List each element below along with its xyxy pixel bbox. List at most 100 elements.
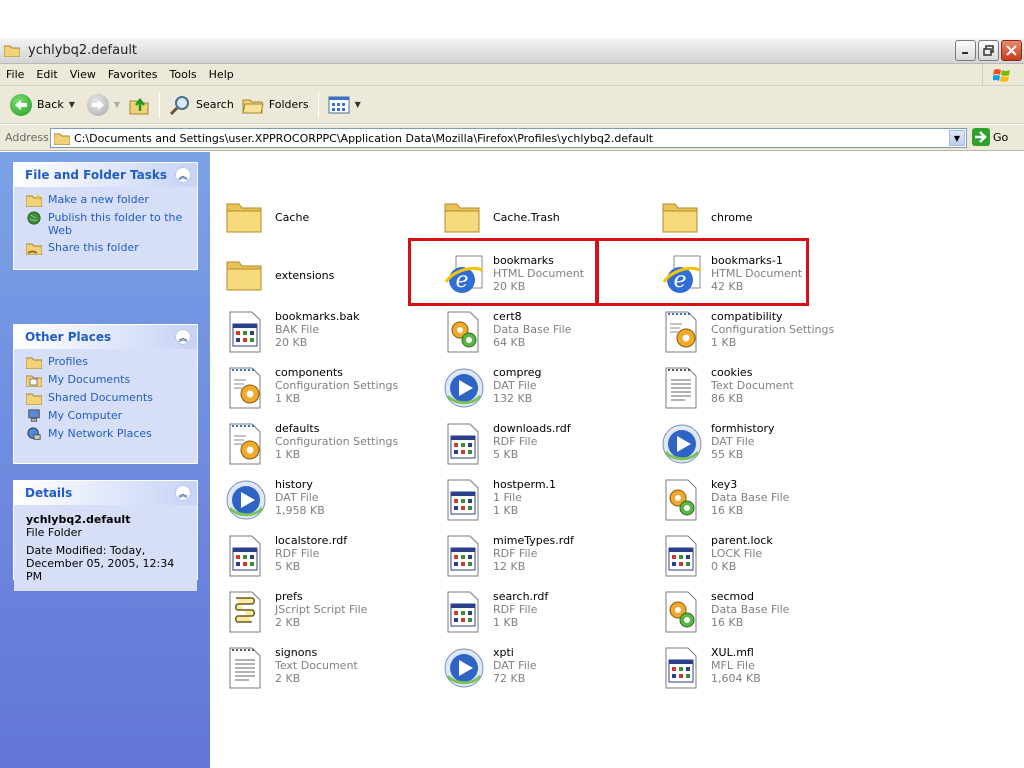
views-icon <box>328 96 350 113</box>
place-my-computer[interactable]: My Computer <box>26 409 187 423</box>
file-item[interactable]: key3 Data Base File 16 KB <box>654 474 864 526</box>
address-dropdown-icon[interactable]: ▼ <box>949 130 965 146</box>
file-meta: signons Text Document 2 KB <box>275 646 358 685</box>
file-item[interactable]: history DAT File 1,958 KB <box>218 474 428 526</box>
task-publish-web[interactable]: Publish this folder to the Web <box>26 211 187 237</box>
file-name: extensions <box>275 269 335 282</box>
config-file-icon <box>660 310 704 354</box>
panel-header[interactable]: Other Places ︽ <box>14 325 197 349</box>
file-name: parent.lock <box>711 534 773 547</box>
file-type: Configuration Settings <box>711 323 835 336</box>
file-type: RDF File <box>275 547 320 560</box>
folders-button[interactable]: Folders <box>238 89 313 121</box>
panel-header[interactable]: File and Folder Tasks ︽ <box>14 163 197 187</box>
menu-edit[interactable]: Edit <box>30 68 63 81</box>
file-size: 2 KB <box>275 616 301 629</box>
folder-icon <box>224 254 268 298</box>
file-item[interactable]: signons Text Document 2 KB <box>218 642 428 694</box>
place-shared-documents[interactable]: Shared Documents <box>26 391 187 405</box>
place-my-documents[interactable]: My Documents <box>26 373 187 387</box>
views-dropdown-icon[interactable]: ▼ <box>355 100 361 109</box>
file-meta: mimeTypes.rdf RDF File 12 KB <box>493 534 574 573</box>
place-my-network-places[interactable]: My Network Places <box>26 427 187 441</box>
file-item[interactable]: downloads.rdf RDF File 5 KB <box>436 418 646 470</box>
file-item[interactable]: formhistory DAT File 55 KB <box>654 418 864 470</box>
my-documents-icon <box>26 375 42 387</box>
file-item[interactable]: localstore.rdf RDF File 5 KB <box>218 530 428 582</box>
close-button[interactable] <box>1001 40 1022 61</box>
go-button[interactable]: Go <box>972 128 1008 146</box>
place-label: Shared Documents <box>48 391 153 404</box>
title-bar[interactable]: ychlybq2.default <box>0 38 1024 64</box>
file-name: formhistory <box>711 422 775 435</box>
file-name: search.rdf <box>493 590 549 603</box>
file-item[interactable]: cookies Text Document 86 KB <box>654 362 864 414</box>
file-item[interactable]: Cache.Trash <box>436 192 646 244</box>
details-name: ychlybq2.default <box>26 513 131 526</box>
task-label: Share this folder <box>48 241 139 254</box>
file-meta: compatibility Configuration Settings 1 KB <box>711 310 834 349</box>
generic-file-icon <box>442 534 486 578</box>
panel-header[interactable]: Details ︽ <box>14 481 197 505</box>
menu-help[interactable]: Help <box>203 68 240 81</box>
file-name: components <box>275 366 343 379</box>
task-label: Publish this folder to the Web <box>48 211 183 237</box>
file-item[interactable]: hostperm.1 1 File 1 KB <box>436 474 646 526</box>
other-places-panel: Other Places ︽ Profiles My Documents Sha… <box>13 324 198 464</box>
file-meta: secmod Data Base File 16 KB <box>711 590 789 629</box>
file-item[interactable]: parent.lock LOCK File 0 KB <box>654 530 864 582</box>
file-item[interactable]: compreg DAT File 132 KB <box>436 362 646 414</box>
file-name: chrome <box>711 211 753 224</box>
menu-bar: File Edit View Favorites Tools Help <box>0 64 1024 86</box>
file-item[interactable]: XUL.mfl MFL File 1,604 KB <box>654 642 864 694</box>
search-button[interactable]: Search <box>165 89 238 121</box>
file-item[interactable]: cert8 Data Base File 64 KB <box>436 306 646 358</box>
file-type: MFL File <box>711 659 755 672</box>
file-meta: history DAT File 1,958 KB <box>275 478 325 517</box>
restore-button[interactable] <box>978 40 999 61</box>
collapse-icon[interactable]: ︽ <box>175 329 191 345</box>
menu-view[interactable]: View <box>64 68 102 81</box>
database-file-icon <box>442 310 486 354</box>
forward-dropdown-icon[interactable]: ▼ <box>114 100 120 109</box>
back-label: Back <box>37 98 64 111</box>
file-item[interactable]: Cache <box>218 192 428 244</box>
place-label: Profiles <box>48 355 88 368</box>
file-item[interactable]: chrome <box>654 192 864 244</box>
collapse-icon[interactable]: ︽ <box>175 485 191 501</box>
file-type: Configuration Settings <box>275 435 399 448</box>
views-button[interactable]: ▼ <box>324 89 365 121</box>
file-item[interactable]: components Configuration Settings 1 KB <box>218 362 428 414</box>
file-item[interactable]: xpti DAT File 72 KB <box>436 642 646 694</box>
menu-file[interactable]: File <box>0 68 30 81</box>
file-item[interactable]: search.rdf RDF File 1 KB <box>436 586 646 638</box>
file-item[interactable]: extensions <box>218 250 428 302</box>
address-input[interactable]: C:\Documents and Settings\user.XPPROCORP… <box>50 128 967 148</box>
file-item[interactable]: prefs JScript Script File 2 KB <box>218 586 428 638</box>
menu-tools[interactable]: Tools <box>164 68 203 81</box>
place-profiles[interactable]: Profiles <box>26 355 187 369</box>
forward-button[interactable]: ▼ <box>83 89 124 121</box>
file-item[interactable]: defaults Configuration Settings 1 KB <box>218 418 428 470</box>
file-item[interactable]: bookmarks.bak BAK File 20 KB <box>218 306 428 358</box>
file-meta: Cache <box>275 211 309 224</box>
file-name: compatibility <box>711 310 783 323</box>
minimize-button[interactable] <box>955 40 976 61</box>
up-folder-button[interactable] <box>124 89 154 121</box>
file-item[interactable]: compatibility Configuration Settings 1 KB <box>654 306 864 358</box>
file-meta: hostperm.1 1 File 1 KB <box>493 478 556 517</box>
menu-favorites[interactable]: Favorites <box>102 68 164 81</box>
highlight-box <box>596 238 809 306</box>
task-make-new-folder[interactable]: Make a new folder <box>26 193 187 207</box>
back-button[interactable]: Back ▼ <box>6 89 79 121</box>
back-dropdown-icon[interactable]: ▼ <box>69 100 75 109</box>
go-arrow-icon <box>972 128 990 146</box>
my-computer-icon <box>28 409 40 422</box>
task-share-folder[interactable]: Share this folder <box>26 241 187 255</box>
file-item[interactable]: mimeTypes.rdf RDF File 12 KB <box>436 530 646 582</box>
file-size: 86 KB <box>711 392 744 405</box>
collapse-icon[interactable]: ︽ <box>175 167 191 183</box>
details-type: File Folder <box>26 526 82 539</box>
file-item[interactable]: secmod Data Base File 16 KB <box>654 586 864 638</box>
media-player-icon <box>442 366 486 410</box>
